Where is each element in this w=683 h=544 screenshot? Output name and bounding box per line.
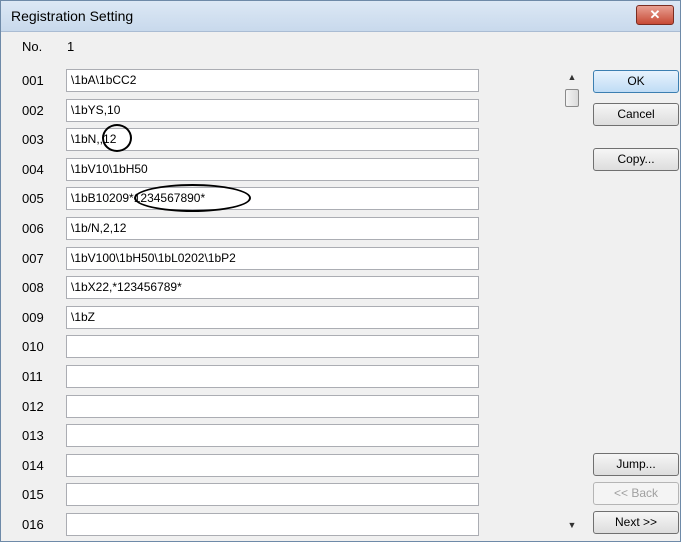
- command-input-row[interactable]: [66, 365, 479, 388]
- command-input-row[interactable]: \1bX22,*123456789*: [66, 276, 479, 299]
- row-number-label: 013: [22, 428, 44, 443]
- scroll-down-arrow-icon[interactable]: ▼: [564, 517, 580, 533]
- command-input-row[interactable]: [66, 483, 479, 506]
- scroll-thumb[interactable]: [565, 89, 579, 107]
- command-input-row[interactable]: \1b/N,2,12: [66, 217, 479, 240]
- next-button[interactable]: Next >>: [593, 511, 679, 534]
- copy-button[interactable]: Copy...: [593, 148, 679, 171]
- row-number-label: 004: [22, 162, 44, 177]
- row-number-label: 003: [22, 132, 44, 147]
- record-number-value: 1: [67, 39, 75, 54]
- command-input-row[interactable]: \1bZ: [66, 306, 479, 329]
- command-input-row[interactable]: [66, 454, 479, 477]
- ok-button[interactable]: OK: [593, 70, 679, 93]
- scroll-up-arrow-icon[interactable]: ▲: [564, 69, 580, 85]
- command-input-row[interactable]: [66, 335, 479, 358]
- close-icon: ✕: [649, 7, 661, 22]
- jump-button[interactable]: Jump...: [593, 453, 679, 476]
- command-input-row[interactable]: \1bV100\1bH50\1bL0202\1bP2: [66, 247, 479, 270]
- command-input-row[interactable]: [66, 395, 479, 418]
- command-input-row[interactable]: \1bB10209*1234567890*: [66, 187, 479, 210]
- row-number-label: 012: [22, 399, 44, 414]
- command-input-row[interactable]: [66, 424, 479, 447]
- title-bar: Registration Setting ✕: [1, 1, 680, 32]
- close-button[interactable]: ✕: [636, 5, 674, 25]
- command-input-row[interactable]: \1bYS,10: [66, 99, 479, 122]
- row-number-label: 014: [22, 458, 44, 473]
- command-input-row[interactable]: \1bA\1bCC2: [66, 69, 479, 92]
- row-number-label: 005: [22, 191, 44, 206]
- back-button[interactable]: << Back: [593, 482, 679, 505]
- record-number-label: No.: [22, 39, 43, 54]
- row-number-label: 009: [22, 310, 44, 325]
- registration-setting-dialog: Registration Setting ✕ No. 1 001 \1bA\1bC…: [0, 0, 681, 542]
- command-input-row[interactable]: \1bV10\1bH50: [66, 158, 479, 181]
- row-number-label: 006: [22, 221, 44, 236]
- command-input-row[interactable]: \1bN,,12: [66, 128, 479, 151]
- row-number-label: 010: [22, 339, 44, 354]
- cancel-button[interactable]: Cancel: [593, 103, 679, 126]
- row-number-label: 001: [22, 73, 44, 88]
- command-input-row[interactable]: [66, 513, 479, 536]
- row-number-label: 007: [22, 251, 44, 266]
- row-number-label: 011: [22, 369, 43, 384]
- row-number-label: 008: [22, 280, 44, 295]
- window-title: Registration Setting: [11, 8, 134, 24]
- row-number-label: 016: [22, 517, 44, 532]
- row-number-label: 002: [22, 103, 44, 118]
- row-number-label: 015: [22, 487, 44, 502]
- vertical-scrollbar[interactable]: ▲ ▼: [564, 69, 580, 535]
